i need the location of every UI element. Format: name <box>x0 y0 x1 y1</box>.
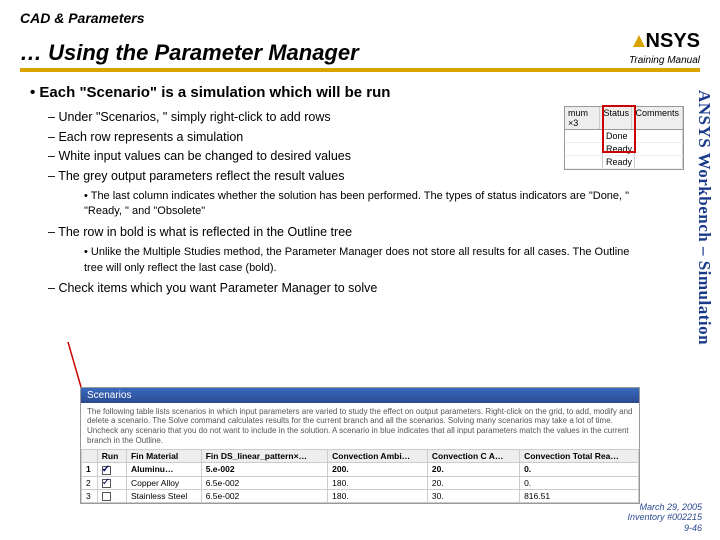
footer-inventory: Inventory #002215 <box>627 512 702 523</box>
manual-label: Training Manual <box>629 55 700 66</box>
status-th: mum ×3 <box>565 107 600 129</box>
scenarios-desc: The following table lists scenarios in w… <box>81 403 639 449</box>
status-th: Comments <box>632 107 683 129</box>
cell[interactable]: Aluminu… <box>126 463 201 476</box>
sub-item: The row in bold is what is reflected in … <box>48 224 700 242</box>
scenarios-title: Scenarios <box>81 388 639 403</box>
status-cell <box>565 143 603 155</box>
sub-item: Check items which you want Parameter Man… <box>48 280 700 298</box>
scenarios-table: Run Fin Material Fin DS_linear_pattern×…… <box>81 449 639 503</box>
row-num: 1 <box>82 463 98 476</box>
sub-item: Each row represents a simulation <box>48 129 478 147</box>
run-checkbox[interactable] <box>102 492 111 501</box>
cell[interactable]: 200. <box>328 463 428 476</box>
cell[interactable]: 30. <box>427 489 519 502</box>
logo-area: NSYS Training Manual <box>629 30 700 66</box>
sub-item: White input values can be changed to des… <box>48 148 478 166</box>
cell[interactable]: 20. <box>427 463 519 476</box>
main-bullet: • Each "Scenario" is a simulation which … <box>30 82 700 103</box>
table-row[interactable]: 3 Stainless Steel 6.5e-002 180. 30. 816.… <box>82 489 639 502</box>
status-cell <box>635 143 683 155</box>
footer-meta: March 29, 2005 Inventory #002215 9-46 <box>627 502 702 534</box>
footer-page: 9-46 <box>627 523 702 534</box>
ansys-logo: NSYS <box>629 30 700 53</box>
page-title: … Using the Parameter Manager <box>20 40 359 66</box>
scenarios-panel: Scenarios The following table lists scen… <box>80 387 640 504</box>
run-checkbox[interactable] <box>102 466 111 475</box>
cell: 0. <box>520 476 639 489</box>
cell[interactable]: 5.e-002 <box>201 463 327 476</box>
table-row[interactable]: 1 Aluminu… 5.e-002 200. 20. 0. <box>82 463 639 476</box>
status-thumbnail: mum ×3 Status Comments Done Ready Ready <box>564 106 684 170</box>
scenarios-th: Fin Material <box>126 450 201 463</box>
footer-date: March 29, 2005 <box>627 502 702 513</box>
run-checkbox[interactable] <box>102 479 111 488</box>
scenarios-th <box>82 450 98 463</box>
cell: 816.51 <box>520 489 639 502</box>
scenarios-th: Convection C A… <box>427 450 519 463</box>
cell[interactable]: 180. <box>328 476 428 489</box>
cell[interactable]: 6.5e-002 <box>201 489 327 502</box>
row-num: 2 <box>82 476 98 489</box>
cell[interactable]: Stainless Steel <box>126 489 201 502</box>
logo-text: NSYS <box>646 30 700 52</box>
status-cell <box>565 156 603 168</box>
scenarios-th: Fin DS_linear_pattern×… <box>201 450 327 463</box>
scenarios-th: Run <box>97 450 126 463</box>
table-row[interactable]: 2 Copper Alloy 6.5e-002 180. 20. 0. <box>82 476 639 489</box>
logo-caret-icon <box>633 35 645 47</box>
scenarios-th: Convection Total Rea… <box>520 450 639 463</box>
status-cell <box>565 130 603 142</box>
cell[interactable]: 180. <box>328 489 428 502</box>
status-cell <box>635 156 683 168</box>
sub-item: The grey output parameters reflect the r… <box>48 168 478 186</box>
cell[interactable]: Copper Alloy <box>126 476 201 489</box>
cell[interactable]: 20. <box>427 476 519 489</box>
sub-sub-item: Unlike the Multiple Studies method, the … <box>84 245 644 276</box>
main-bullet-text: Each "Scenario" is a simulation which wi… <box>39 84 390 101</box>
scenarios-th: Convection Ambi… <box>328 450 428 463</box>
sub-sub-item: The last column indicates whether the so… <box>84 189 644 220</box>
status-cell <box>635 130 683 142</box>
status-cell: Ready <box>603 156 635 168</box>
section-label: CAD & Parameters <box>20 10 700 26</box>
cell[interactable]: 6.5e-002 <box>201 476 327 489</box>
cell: 0. <box>520 463 639 476</box>
row-num: 3 <box>82 489 98 502</box>
sub-item: Under "Scenarios, " simply right-click t… <box>48 109 478 127</box>
red-highlight-box <box>602 105 636 153</box>
